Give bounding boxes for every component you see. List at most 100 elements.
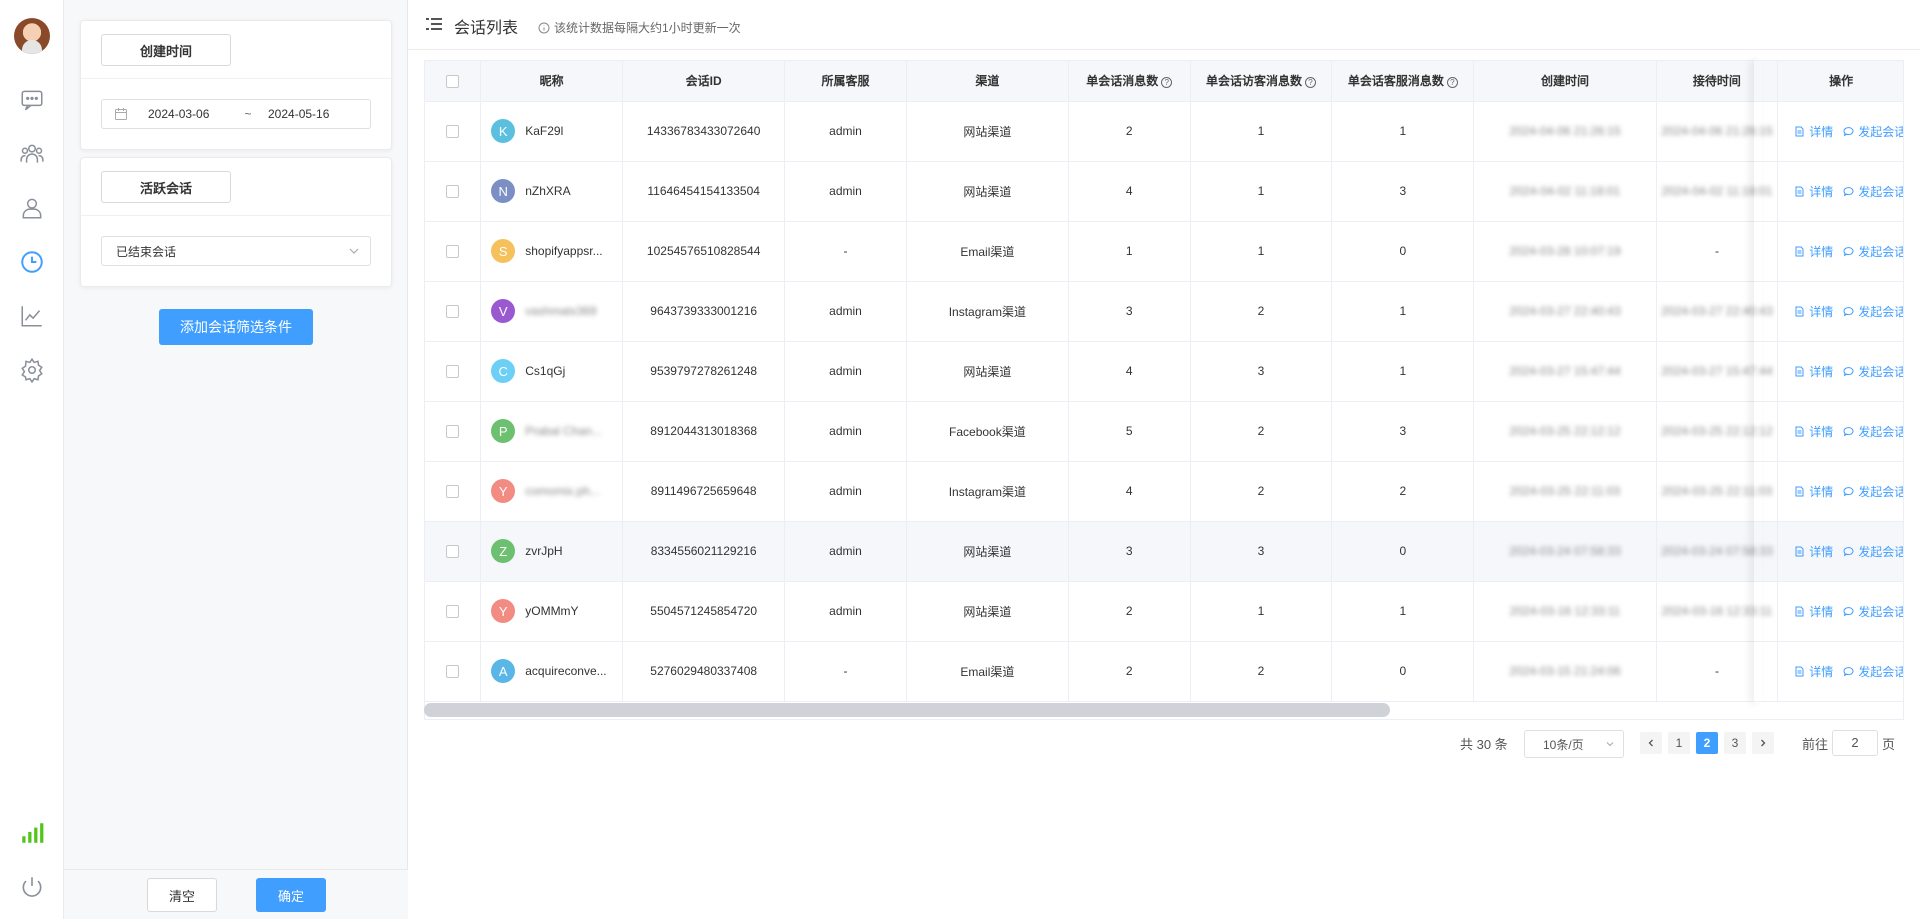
start-chat-link[interactable]: 发起会话	[1843, 543, 1903, 560]
session-status-select[interactable]: 已结束会话	[101, 236, 371, 266]
row-select-cell	[425, 341, 482, 402]
agent-msg-count: 3	[1331, 401, 1475, 462]
start-date[interactable]: 2024-03-06	[148, 107, 238, 121]
avatar: A	[491, 659, 516, 683]
add-filter-button[interactable]: 添加会话筛选条件	[159, 309, 313, 345]
row-checkbox[interactable]	[446, 365, 460, 379]
nickname[interactable]: shopifyappsr...	[525, 244, 602, 258]
document-icon	[1795, 486, 1804, 496]
fixed-column-shadow	[1754, 60, 1762, 703]
page-size-select[interactable]: 10条/页	[1524, 730, 1624, 758]
start-chat-link[interactable]: 发起会话	[1843, 243, 1903, 260]
start-chat-link[interactable]: 发起会话	[1843, 483, 1903, 500]
user-avatar[interactable]	[14, 18, 50, 54]
created-time-value: 2024-03-24 07:58:33	[1509, 544, 1621, 558]
msg-count: 1	[1068, 221, 1191, 282]
created-time-chip[interactable]: 创建时间	[101, 34, 231, 66]
detail-link[interactable]: 详情	[1794, 243, 1833, 260]
nickname[interactable]: yOMMmY	[525, 604, 578, 618]
row-checkbox[interactable]	[446, 125, 460, 139]
nickname[interactable]: zvrJpH	[525, 544, 562, 558]
avatar: C	[491, 359, 516, 383]
detail-link[interactable]: 详情	[1794, 543, 1833, 560]
clock-icon[interactable]	[16, 246, 48, 278]
user-icon[interactable]	[16, 192, 48, 224]
horizontal-scrollbar[interactable]	[424, 703, 1390, 717]
chat-bubble-icon	[1843, 666, 1854, 676]
msg-count: 4	[1068, 161, 1191, 222]
team-icon[interactable]	[16, 138, 48, 170]
detail-link[interactable]: 详情	[1794, 183, 1833, 200]
avatar: Y	[491, 479, 516, 503]
page-2-button[interactable]: 2	[1696, 732, 1718, 754]
start-chat-link[interactable]: 发起会话	[1843, 123, 1903, 140]
row-select-cell	[425, 521, 482, 582]
row-checkbox[interactable]	[446, 185, 460, 199]
prev-page-button[interactable]	[1640, 732, 1662, 754]
nickname[interactable]: acquireconve...	[525, 664, 606, 678]
page-3-button[interactable]: 3	[1724, 732, 1746, 754]
help-icon[interactable]: ?	[1161, 76, 1173, 88]
session-id: 8334556021129216	[622, 521, 786, 582]
start-chat-label: 发起会话	[1858, 184, 1904, 199]
row-checkbox[interactable]	[446, 665, 460, 679]
row-checkbox[interactable]	[446, 305, 460, 319]
active-session-chip[interactable]: 活跃会话	[101, 171, 231, 203]
start-chat-label: 发起会话	[1858, 664, 1904, 679]
detail-link[interactable]: 详情	[1794, 363, 1833, 380]
table-row: Aacquireconve... 5276029480337408- Email渠道…	[425, 641, 1904, 702]
row-checkbox[interactable]	[446, 245, 460, 259]
detail-link[interactable]: 详情	[1794, 423, 1833, 440]
nickname[interactable]: vashmatx369	[525, 304, 596, 318]
detail-link[interactable]: 详情	[1794, 123, 1833, 140]
confirm-button[interactable]: 确定	[256, 878, 326, 912]
nickname[interactable]: nZhXRA	[525, 184, 570, 198]
actions-cell: 详情 发起会话	[1777, 161, 1904, 222]
date-range-picker[interactable]: 2024-03-06 ~ 2024-05-16	[101, 99, 371, 129]
next-page-button[interactable]	[1752, 732, 1774, 754]
gear-icon[interactable]	[16, 354, 48, 386]
menu-icon[interactable]	[426, 16, 442, 32]
msg-count: 3	[1068, 281, 1191, 342]
start-chat-link[interactable]: 发起会话	[1843, 423, 1903, 440]
row-checkbox[interactable]	[446, 605, 460, 619]
avatar: S	[491, 239, 516, 263]
detail-link[interactable]: 详情	[1794, 483, 1833, 500]
main-content: 会话列表 该统计数据每隔大约1小时更新一次 昵称 会话ID 所属客服 渠道 单会…	[408, 0, 1920, 919]
power-icon[interactable]	[16, 871, 48, 903]
select-all-checkbox[interactable]	[446, 74, 460, 88]
nickname[interactable]: KaF29l	[525, 124, 563, 138]
chart-icon[interactable]	[16, 300, 48, 332]
nickname[interactable]: Prabal Chan...	[525, 424, 602, 438]
start-chat-link[interactable]: 发起会话	[1843, 363, 1903, 380]
nickname[interactable]: comomix.ph...	[525, 484, 600, 498]
detail-link[interactable]: 详情	[1794, 603, 1833, 620]
created-time: 2024-03-25 22:11:03	[1473, 461, 1657, 522]
created-time: 2024-03-24 07:58:33	[1473, 521, 1657, 582]
chat-icon[interactable]	[16, 84, 48, 116]
created-time-value: 2024-03-16 12:33:11	[1509, 604, 1621, 618]
start-chat-link[interactable]: 发起会话	[1843, 183, 1904, 200]
page-title: 会话列表	[454, 20, 519, 37]
row-checkbox[interactable]	[446, 545, 460, 559]
nickname[interactable]: Cs1qGj	[525, 364, 565, 378]
update-info-text: 该统计数据每隔大约1小时更新一次	[554, 21, 741, 35]
row-checkbox[interactable]	[446, 425, 460, 439]
start-chat-link[interactable]: 发起会话	[1843, 603, 1903, 620]
col-channel: 渠道	[906, 61, 1069, 102]
avatar: Z	[491, 539, 516, 563]
goto-page-input[interactable]: 2	[1832, 730, 1878, 756]
clear-button[interactable]: 清空	[147, 878, 217, 912]
detail-link[interactable]: 详情	[1794, 663, 1833, 680]
channel: 网站渠道	[906, 581, 1069, 642]
end-date[interactable]: 2024-05-16	[268, 107, 329, 121]
detail-link[interactable]: 详情	[1794, 303, 1833, 320]
help-icon[interactable]: ?	[1304, 76, 1316, 88]
help-icon[interactable]: ?	[1446, 76, 1458, 88]
page-1-button[interactable]: 1	[1668, 732, 1690, 754]
start-chat-link[interactable]: 发起会话	[1843, 663, 1904, 680]
detail-label: 详情	[1809, 184, 1834, 199]
start-chat-link[interactable]: 发起会话	[1843, 303, 1903, 320]
row-checkbox[interactable]	[446, 485, 460, 499]
channel: 网站渠道	[906, 521, 1069, 582]
